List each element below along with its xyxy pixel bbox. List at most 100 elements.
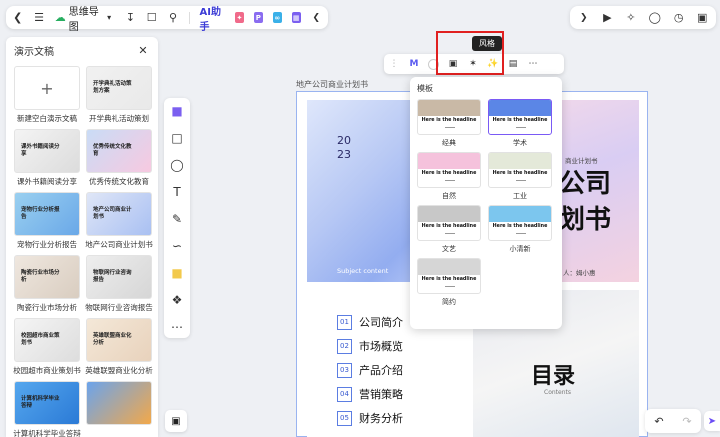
mindmap-icon[interactable]: ❖ (170, 293, 184, 307)
close-icon[interactable]: ✕ (136, 44, 150, 58)
thumbnail-title: 优秀传统文化教育 (93, 144, 132, 157)
style-band (418, 153, 480, 169)
style-option[interactable]: Here is the headline 文艺 (417, 205, 481, 254)
template-item[interactable]: 陶瓷行业市场分析 陶瓷行业市场分析 (14, 255, 80, 313)
download-icon[interactable]: ↧ (125, 11, 136, 25)
app-icon-p[interactable]: P (253, 12, 263, 23)
more-icon[interactable]: ⋯ (170, 320, 184, 334)
app-icon-red[interactable]: ✦ (235, 12, 244, 23)
toc-number: 01 (337, 314, 352, 330)
slide-big-title: 公司 划书 (559, 166, 611, 239)
template-caption: 物联网行业咨询报告 (85, 303, 153, 312)
popover-header: 模板 (417, 84, 433, 93)
style-option[interactable]: Here is the headline 经典 (417, 99, 481, 148)
style-thumbnail: Here is the headline (417, 152, 481, 188)
sticky-note-icon[interactable]: ■ (170, 266, 184, 280)
toc-text: 公司简介 (359, 316, 403, 329)
style-option[interactable]: Here is the headline 简约 (417, 258, 481, 307)
big-title-line2: 划书 (559, 205, 612, 236)
style-option[interactable]: Here is the headline 工业 (488, 152, 552, 201)
style-band (489, 153, 551, 169)
big-title-line1: 公司 (559, 169, 612, 199)
template-item[interactable]: 开学典礼活动策划方案开学典礼活动策划 (86, 66, 152, 124)
chevron-left-icon[interactable]: ❮ (12, 11, 23, 25)
app-icon-share[interactable]: ∞ (272, 12, 282, 23)
doc-title-button[interactable]: ☁ 思维导图 ▾ (55, 3, 115, 33)
pen-icon[interactable]: ✎ (170, 212, 184, 226)
settings-icon[interactable]: ▣ (696, 11, 708, 25)
template-item[interactable]: 计算机科学毕业答辩 计算机科学毕业答辩 (13, 381, 81, 437)
year-bottom: 23 (337, 148, 351, 162)
toc-text: 市场概览 (359, 340, 403, 353)
style-line (445, 233, 455, 234)
template-caption: 开学典礼活动策划 (89, 114, 149, 123)
toc-row: 05 财务分析 (337, 410, 403, 426)
undo-icon[interactable]: ↶ (652, 414, 666, 428)
style-option[interactable]: Here is the headline 学术 (488, 99, 552, 148)
template-item[interactable]: 课外书籍阅读分享 课外书籍阅读分享 (14, 129, 80, 187)
template-item[interactable]: 地产公司商业计划书 地产公司商业计划书 (85, 192, 153, 250)
search-icon[interactable]: ⚲ (167, 11, 178, 25)
style-name: 经典 (442, 139, 456, 147)
plus-icon: + (14, 66, 80, 110)
menu-icon[interactable]: ☰ (33, 11, 44, 25)
vertical-toolbar: ■ □ ◯ T ✎ ∽ ■ ❖ ⋯ (164, 98, 190, 338)
drag-handle-icon[interactable]: ⋮ (388, 57, 400, 71)
style-line (516, 127, 526, 128)
style-headline: Here is the headline (492, 171, 548, 176)
template-grid: + 新建空白演示文稿 开学典礼活动策划方案开学典礼活动策划 课外书籍阅读分享 课外书… (6, 64, 158, 437)
play-icon[interactable]: ▶ (602, 11, 614, 25)
template-caption: 计算机科学毕业答辩 (13, 429, 81, 437)
ai-assistant-button[interactable]: AI助手 (200, 3, 226, 33)
clock-icon[interactable]: ◷ (673, 11, 685, 25)
style-name: 学术 (513, 139, 527, 147)
style-option[interactable]: Here is the headline 自然 (417, 152, 481, 201)
tag-icon[interactable]: ☐ (146, 11, 157, 25)
expand-icon[interactable]: ❯ (578, 11, 590, 25)
template-caption: 新建空白演示文稿 (17, 114, 77, 123)
frame-icon[interactable]: □ (170, 131, 184, 145)
unlock-icon[interactable]: ▤ (507, 57, 519, 71)
toc-text: 产品介绍 (359, 364, 403, 377)
template-item[interactable] (86, 381, 152, 437)
app-icon-grid[interactable]: ▦ (291, 12, 301, 23)
select-cursor-button[interactable]: ➤ (704, 411, 720, 431)
template-item[interactable]: 优秀传统文化教育 优秀传统文化教育 (86, 129, 152, 187)
template-item[interactable]: 英雄联盟商业化分析 英雄联盟商业化分析 (85, 318, 153, 376)
templates-icon[interactable]: ■ (170, 104, 184, 118)
template-item[interactable]: 校园超市商业策划书 校园超市商业策划书 (13, 318, 81, 376)
toc-list: 01 公司简介 02 市场概览 03 产品介绍 04 营销策略 05 财务分析 (337, 314, 403, 426)
collapse-icon[interactable]: ❮ (311, 11, 322, 25)
new-blank-template[interactable]: + 新建空白演示文稿 (14, 66, 80, 124)
style-grid: Here is the headline 经典 Here is the headli… (417, 99, 555, 307)
shape-icon[interactable]: ◯ (170, 158, 184, 172)
minimap-button[interactable]: ▣ (165, 410, 187, 432)
style-popover: 模板 Here is the headline 经典 Here is the hea… (410, 77, 562, 329)
thumbnail-title: 物联网行业咨询报告 (93, 270, 132, 283)
template-thumbnail (86, 381, 152, 425)
template-caption: 地产公司商业计划书 (85, 240, 153, 249)
template-thumbnail: 开学典礼活动策划方案 (86, 66, 152, 110)
connector-icon[interactable]: ∽ (170, 239, 184, 253)
style-headline: Here is the headline (421, 224, 477, 229)
top-right-toolbar: ❯ ▶ ✧ ◯ ◷ ▣ (570, 6, 716, 29)
toc-number: 04 (337, 386, 352, 402)
slide-small-title: 商业计划书 (565, 157, 598, 165)
celebrate-icon[interactable]: ✧ (625, 11, 637, 25)
redo-icon[interactable]: ↷ (680, 414, 694, 428)
template-thumbnail: 计算机科学毕业答辩 (14, 381, 80, 425)
style-band (489, 100, 551, 116)
template-item[interactable]: 物联网行业咨询报告 物联网行业咨询报告 (85, 255, 153, 313)
ai-icon[interactable]: M (408, 57, 420, 71)
style-headline: Here is the headline (492, 118, 548, 123)
template-item[interactable]: 宠物行业分析报告 宠物行业分析报告 (14, 192, 80, 250)
panel-title: 演示文稿 (14, 47, 54, 58)
toc-row: 02 市场概览 (337, 338, 403, 354)
style-option[interactable]: Here is the headline 小清新 (488, 205, 552, 254)
cloud-icon: ☁ (54, 11, 66, 24)
slide-year: 20 23 (337, 134, 351, 163)
text-icon[interactable]: T (170, 185, 184, 199)
comment-icon[interactable]: ◯ (649, 11, 661, 25)
top-toolbar: ❮ ☰ ☁ 思维导图 ▾ ↧ ☐ ⚲ AI助手 ✦ P ∞ ▦ ❮ (6, 6, 328, 33)
more-icon[interactable]: ⋯ (527, 57, 539, 71)
